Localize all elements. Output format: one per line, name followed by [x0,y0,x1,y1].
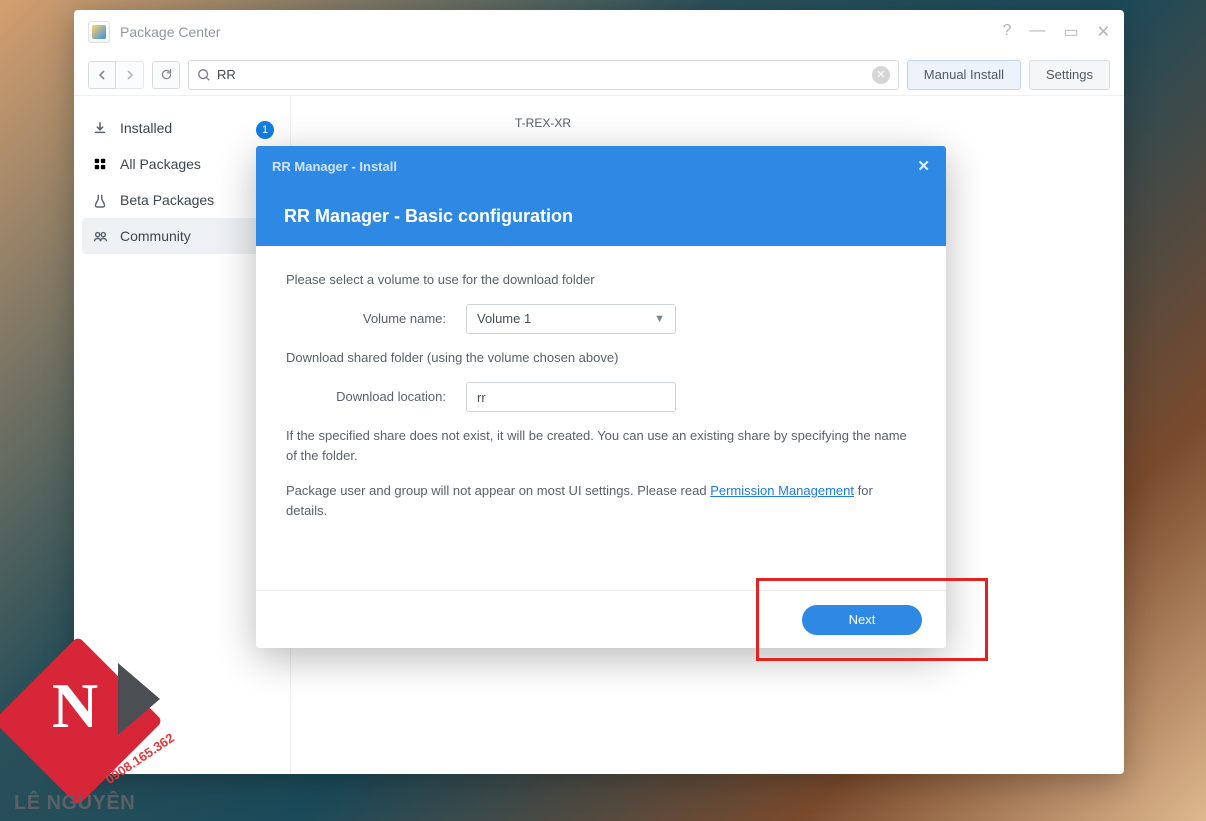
modal-instruction-2: Download shared folder (using the volume… [286,348,916,368]
reload-button[interactable] [152,61,180,89]
help-icon[interactable]: ? [1003,22,1012,42]
chevron-left-icon [97,70,107,80]
back-button[interactable] [88,61,116,89]
modal-instruction-3: If the specified share does not exist, i… [286,426,916,466]
sidebar-item-label: Community [120,228,191,244]
sidebar-item-installed[interactable]: Installed 1 [74,110,290,146]
sidebar-item-label: All Packages [120,156,201,172]
modal-instruction-1: Please select a volume to use for the do… [286,270,916,290]
chevron-down-icon: ▼ [654,311,665,328]
search-icon [197,68,211,82]
location-label: Download location: [286,387,466,407]
titlebar: Package Center ? — ▭ ✕ [74,10,1124,54]
search-field[interactable]: ✕ [188,60,899,90]
watermark-brand: LÊ NGUYÊN [14,792,135,815]
install-modal: RR Manager - Install ✕ RR Manager - Basi… [256,146,946,648]
search-input[interactable] [217,67,872,82]
window-controls: ? — ▭ ✕ [1003,22,1110,42]
sidebar-item-label: Installed [120,120,172,136]
logo-letter: N [52,669,98,743]
reload-icon [160,68,173,81]
window-title: Package Center [120,24,220,40]
clear-search-button[interactable]: ✕ [872,66,890,84]
modal-footer: Next [256,590,946,648]
forward-button[interactable] [116,61,144,89]
logo-triangle [118,663,160,735]
modal-header-text: RR Manager - Install [272,159,397,174]
download-icon [92,120,108,136]
grid-icon [92,156,108,172]
sidebar-item-community[interactable]: Community [82,218,282,254]
perm-text-a: Package user and group will not appear o… [286,483,710,498]
manual-install-button[interactable]: Manual Install [907,60,1021,90]
volume-value: Volume 1 [477,309,531,329]
permission-link[interactable]: Permission Management [710,483,854,498]
bg-package-title: T-REX-XR [515,116,1100,130]
location-input[interactable] [466,382,676,412]
modal-permission-note: Package user and group will not appear o… [286,481,916,521]
modal-header: RR Manager - Install ✕ [256,146,946,186]
close-icon[interactable]: ✕ [1097,22,1110,42]
toolbar: ✕ Manual Install Settings [74,54,1124,96]
modal-body: Please select a volume to use for the do… [256,246,946,559]
volume-label: Volume name: [286,309,466,329]
installed-badge: 1 [256,121,274,139]
beta-icon [92,192,108,208]
minimize-icon[interactable]: — [1029,22,1045,42]
watermark-logo: N 0908.165.362 LÊ NGUYÊN [0,611,210,821]
maximize-icon[interactable]: ▭ [1063,22,1078,42]
next-button[interactable]: Next [802,605,922,635]
community-icon [92,228,108,244]
nav-buttons [88,61,144,89]
settings-button[interactable]: Settings [1029,60,1110,90]
app-icon [88,21,110,43]
modal-close-button[interactable]: ✕ [917,157,930,175]
location-row: Download location: [286,382,916,412]
chevron-right-icon [125,70,135,80]
volume-select[interactable]: Volume 1 ▼ [466,304,676,334]
modal-title: RR Manager - Basic configuration [256,186,946,246]
sidebar-item-label: Beta Packages [120,192,214,208]
volume-row: Volume name: Volume 1 ▼ [286,304,916,334]
